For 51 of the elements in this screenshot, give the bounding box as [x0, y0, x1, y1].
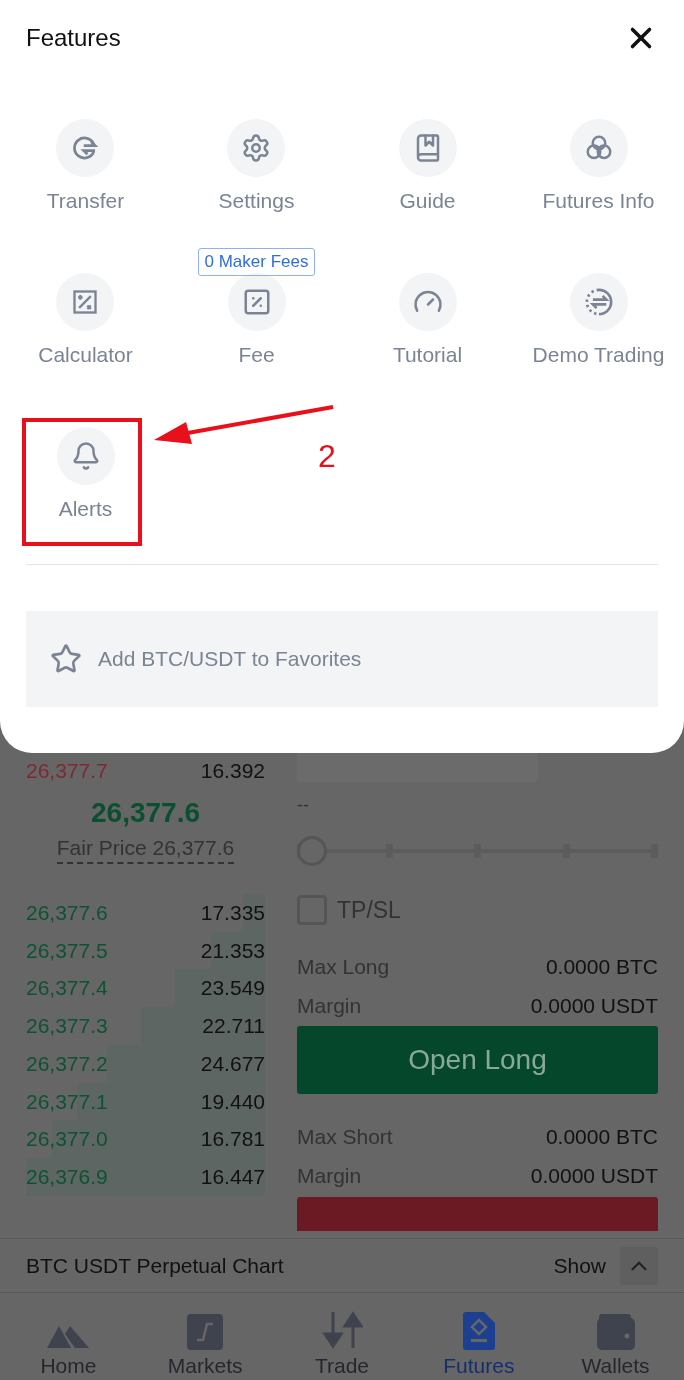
wallet-icon: [596, 1314, 635, 1350]
feature-button[interactable]: Calculator: [38, 272, 133, 370]
info-value: 0.0000 USDT: [530, 993, 658, 1020]
bid-amount: 16.781: [200, 1126, 265, 1153]
step-number: 2: [318, 437, 336, 476]
bid-amount: 23.549: [200, 975, 265, 1002]
feature-button[interactable]: Futures Info: [542, 118, 655, 216]
bid-price: 26,377.5: [26, 937, 108, 964]
open-short-button[interactable]: [297, 1196, 658, 1231]
bid-price: 26,377.1: [26, 1088, 108, 1115]
info-value: 0.0000 BTC: [545, 1124, 658, 1151]
maker-fees-badge: 0 Maker Fees: [197, 248, 316, 276]
bid-amount: 24.677: [200, 1050, 265, 1077]
feature-button[interactable]: Transfer: [46, 118, 125, 216]
nav-tab[interactable]: Home: [0, 1293, 137, 1380]
price-field[interactable]: [297, 752, 538, 782]
info-value: 0.0000 USDT: [530, 1163, 658, 1190]
bid-amount: 21.353: [200, 937, 265, 964]
feature-button[interactable]: Demo Trading: [532, 272, 665, 370]
bid-price: 26,376.9: [26, 1163, 108, 1190]
ask-amount: 16.392: [200, 758, 265, 785]
bid-amount: 16.447: [200, 1163, 265, 1190]
bid-amount: 17.335: [200, 900, 265, 927]
calculator-icon: [71, 287, 100, 316]
document-icon: [462, 1312, 495, 1350]
feature-button[interactable]: Settings: [218, 118, 295, 216]
up-down-arrows-icon: [321, 1310, 363, 1350]
expand-button[interactable]: [620, 1246, 658, 1285]
bid-price: 26,377.6: [26, 900, 108, 927]
nav-tab[interactable]: Trade: [273, 1293, 411, 1380]
size-hint: --: [297, 794, 310, 817]
star-icon: [50, 643, 82, 675]
bid-amount: 19.440: [200, 1088, 265, 1115]
bid-price: 26,377.0: [26, 1126, 108, 1153]
bid-amount: 22.711: [202, 1013, 265, 1040]
nav-tab[interactable]: Markets: [136, 1293, 274, 1380]
settings-icon: [241, 132, 272, 163]
chart-title: BTC USDT Perpetual Chart: [26, 1252, 284, 1279]
open-long-button[interactable]: Open Long: [297, 1025, 658, 1094]
last-price: 26,377.6: [91, 796, 200, 830]
nav-tab[interactable]: Futures: [410, 1293, 548, 1380]
info-value: 0.0000 BTC: [545, 954, 658, 981]
show-toggle[interactable]: Show: [553, 1249, 606, 1282]
sheet-title: Features: [26, 23, 121, 53]
bid-price: 26,377.2: [26, 1050, 108, 1077]
ask-price: 26,377.7: [26, 758, 108, 785]
nav-tab[interactable]: Wallets: [547, 1293, 684, 1380]
add-favorites-button[interactable]: Add BTC/USDT to Favorites: [26, 611, 658, 707]
chart-square-icon: [187, 1314, 224, 1350]
bid-price: 26,377.3: [26, 1013, 108, 1040]
bid-price: 26,377.4: [26, 975, 108, 1002]
